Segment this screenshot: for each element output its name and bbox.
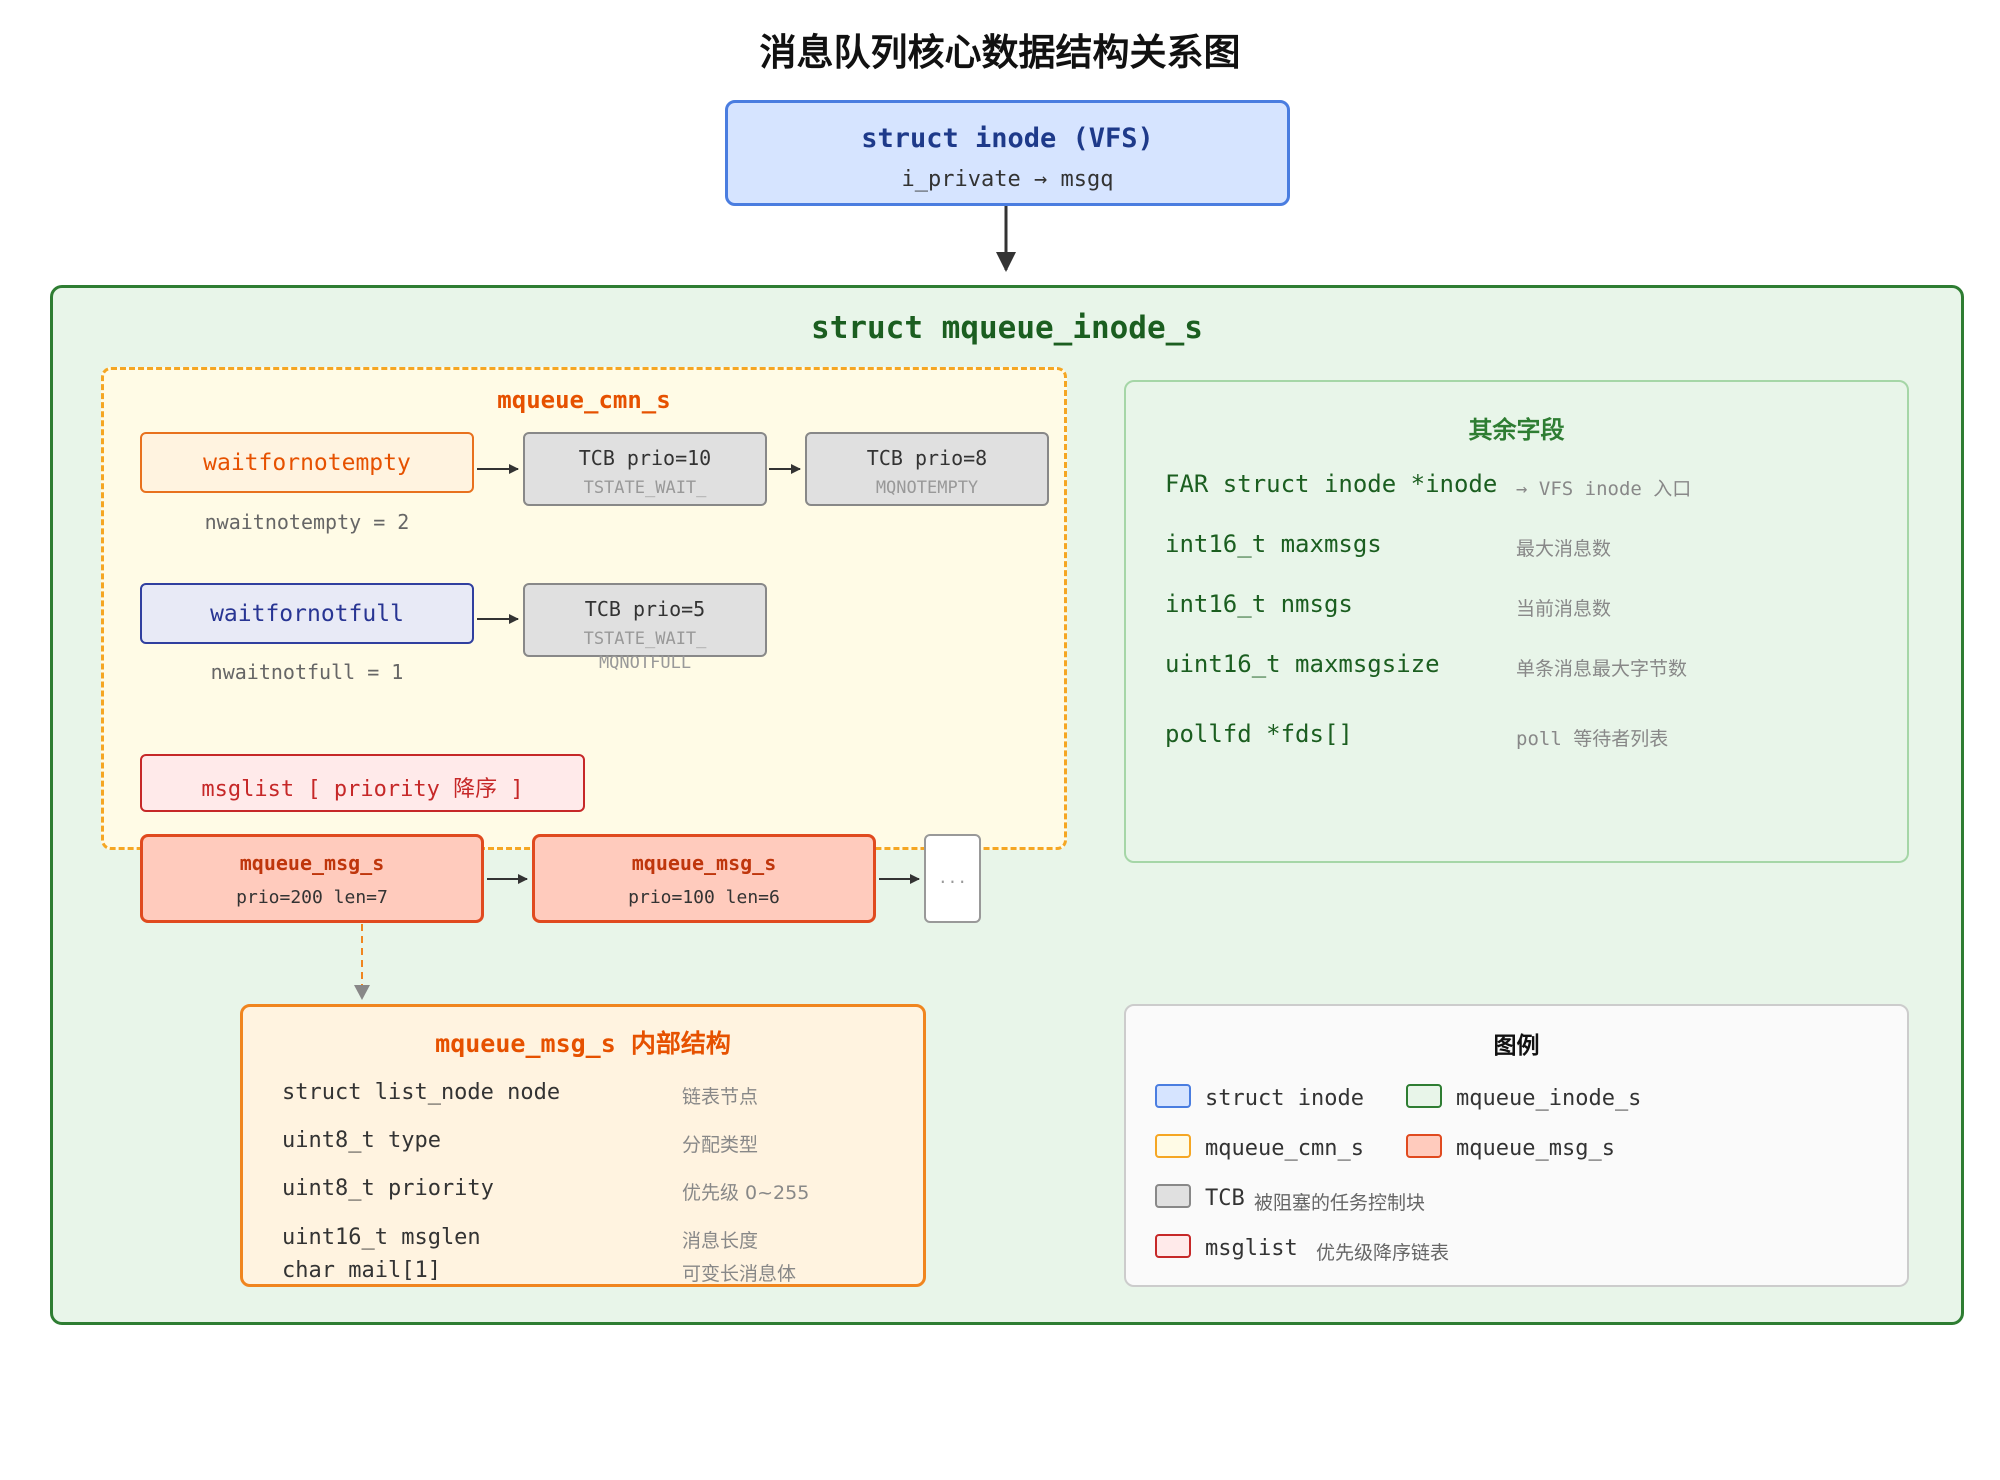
arrow-head-inode <box>996 252 1016 272</box>
arrows-layer <box>354 206 1016 1000</box>
arrow-head-internal <box>354 985 370 1000</box>
